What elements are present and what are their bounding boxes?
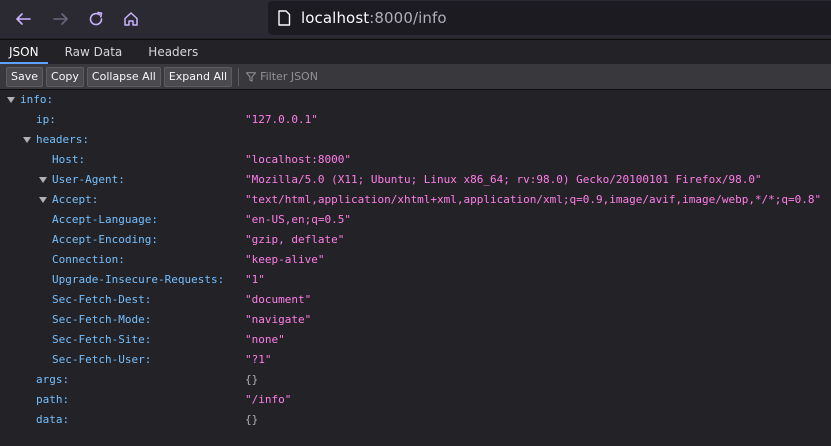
json-value: "none" xyxy=(245,333,285,346)
tree-row-connection[interactable]: Connection: "keep-alive" xyxy=(0,250,831,270)
json-key: Connection: xyxy=(52,253,125,266)
viewer-tabs: JSON Raw Data Headers xyxy=(0,39,831,65)
json-key: info: xyxy=(20,93,54,106)
json-value: "?1" xyxy=(245,353,272,366)
tree-row-path[interactable]: path: "/info" xyxy=(0,390,831,410)
expand-toggle-icon[interactable] xyxy=(6,90,16,110)
json-key: args: xyxy=(36,373,70,386)
json-key: Host: xyxy=(52,153,86,166)
expand-toggle-icon[interactable] xyxy=(22,130,32,150)
tree-row-accept-encoding[interactable]: Accept-Encoding: "gzip, deflate" xyxy=(0,230,831,250)
tree-row-sec-fetch-user[interactable]: Sec-Fetch-User: "?1" xyxy=(0,350,831,370)
json-value: {} xyxy=(245,413,259,426)
url-text: localhost:8000/info xyxy=(301,9,447,27)
json-key: data: xyxy=(36,413,70,426)
json-key: Sec-Fetch-Dest: xyxy=(52,293,152,306)
json-tree: info: ip: "127.0.0.1" headers: Host: "lo… xyxy=(0,90,831,446)
reload-button[interactable] xyxy=(78,3,114,35)
forward-arrow-icon xyxy=(53,13,68,25)
url-path: :8000/info xyxy=(369,9,447,27)
url-host: localhost xyxy=(301,9,370,27)
tree-row-sec-fetch-dest[interactable]: Sec-Fetch-Dest: "document" xyxy=(0,290,831,310)
tab-json[interactable]: JSON xyxy=(0,40,48,64)
tree-row-sec-fetch-site[interactable]: Sec-Fetch-Site: "none" xyxy=(0,330,831,350)
back-arrow-icon xyxy=(16,13,31,25)
json-key: Accept-Language: xyxy=(52,213,158,226)
json-value: "1" xyxy=(245,273,265,286)
tree-row-accept-language[interactable]: Accept-Language: "en-US,en;q=0.5" xyxy=(0,210,831,230)
save-button[interactable]: Save xyxy=(6,66,44,87)
copy-button[interactable]: Copy xyxy=(46,66,84,87)
expand-all-button[interactable]: Expand All xyxy=(163,66,233,87)
json-value: "keep-alive" xyxy=(245,253,325,266)
json-value: "127.0.0.1" xyxy=(245,113,318,126)
json-key: Sec-Fetch-User: xyxy=(52,353,152,366)
json-value: "text/html,application/xhtml+xml,applica… xyxy=(245,193,822,206)
toolbar-divider xyxy=(238,67,240,86)
tree-row-accept[interactable]: Accept: "text/html,application/xhtml+xml… xyxy=(0,190,831,210)
expand-toggle-icon[interactable] xyxy=(38,170,48,190)
json-value: {} xyxy=(245,373,259,386)
json-key: Accept: xyxy=(52,193,99,206)
tab-raw-data[interactable]: Raw Data xyxy=(56,40,132,64)
json-value: "document" xyxy=(245,293,312,306)
tree-row-ip[interactable]: ip: "127.0.0.1" xyxy=(0,110,831,130)
tree-row-args[interactable]: args: {} xyxy=(0,370,831,390)
filter-icon xyxy=(246,71,257,82)
json-key: headers: xyxy=(36,133,89,146)
filter-json-input[interactable]: Filter JSON xyxy=(246,70,318,83)
json-value: "localhost:8000" xyxy=(245,153,351,166)
json-toolbar: Save Copy Collapse All Expand All Filter… xyxy=(0,64,831,90)
json-value: "navigate" xyxy=(245,313,312,326)
back-button[interactable] xyxy=(5,3,41,35)
json-key: path: xyxy=(36,393,70,406)
collapse-all-button[interactable]: Collapse All xyxy=(86,66,161,87)
url-bar[interactable]: localhost:8000/info xyxy=(268,1,831,35)
page-icon xyxy=(278,10,291,26)
tree-row-user-agent[interactable]: User-Agent: "Mozilla/5.0 (X11; Ubuntu; L… xyxy=(0,170,831,190)
browser-toolbar: localhost:8000/info xyxy=(0,0,831,38)
home-icon xyxy=(124,12,138,26)
filter-placeholder: Filter JSON xyxy=(260,70,318,83)
json-key: ip: xyxy=(36,113,56,126)
json-key: Sec-Fetch-Mode: xyxy=(52,313,152,326)
tree-row-host[interactable]: Host: "localhost:8000" xyxy=(0,150,831,170)
json-value: "en-US,en;q=0.5" xyxy=(245,213,351,226)
json-value: "Mozilla/5.0 (X11; Ubuntu; Linux x86_64;… xyxy=(245,173,762,186)
json-key: Sec-Fetch-Site: xyxy=(52,333,152,346)
reload-icon xyxy=(89,11,103,26)
expand-toggle-icon[interactable] xyxy=(38,190,48,210)
tree-row-upgrade-insecure-requests[interactable]: Upgrade-Insecure-Requests: "1" xyxy=(0,270,831,290)
tab-headers[interactable]: Headers xyxy=(139,40,207,64)
json-key: Upgrade-Insecure-Requests: xyxy=(52,273,225,286)
json-value: "gzip, deflate" xyxy=(245,233,345,246)
json-key: Accept-Encoding: xyxy=(52,233,158,246)
home-button[interactable] xyxy=(113,3,149,35)
json-key: User-Agent: xyxy=(52,173,125,186)
tree-row-data[interactable]: data: {} xyxy=(0,410,831,430)
json-value: "/info" xyxy=(245,393,292,406)
forward-button[interactable] xyxy=(43,3,79,35)
tree-row-sec-fetch-mode[interactable]: Sec-Fetch-Mode: "navigate" xyxy=(0,310,831,330)
